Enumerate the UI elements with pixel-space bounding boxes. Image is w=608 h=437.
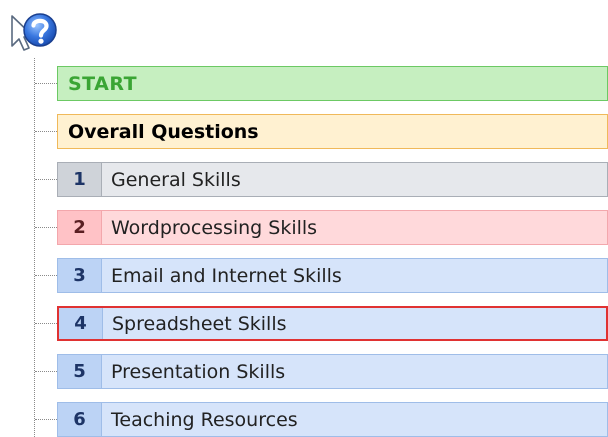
skill-number: 1	[58, 163, 102, 196]
tree-branch-line	[35, 419, 57, 420]
tree-branch-line	[35, 83, 57, 84]
skill-item-wordprocessing[interactable]: 2 Wordprocessing Skills	[57, 210, 608, 245]
overall-questions-label: Overall Questions	[68, 120, 259, 143]
skill-number: 3	[58, 259, 102, 292]
skill-label: General Skills	[111, 168, 241, 191]
tree-branch-line	[35, 227, 57, 228]
overall-questions-item[interactable]: Overall Questions	[57, 114, 608, 149]
tree-branch-line	[35, 371, 57, 372]
skill-label: Email and Internet Skills	[111, 264, 342, 287]
skill-item-teaching-resources[interactable]: 6 Teaching Resources	[57, 402, 608, 437]
skill-number: 4	[59, 308, 103, 339]
skill-label: Presentation Skills	[111, 360, 286, 383]
skill-item-email-internet[interactable]: 3 Email and Internet Skills	[57, 258, 608, 293]
tree-branch-line	[35, 179, 57, 180]
tree-branch-line	[35, 323, 57, 324]
tree-branch-line	[35, 131, 57, 132]
start-item[interactable]: START	[57, 66, 608, 101]
skill-number: 6	[58, 403, 102, 436]
skill-item-presentation[interactable]: 5 Presentation Skills	[57, 354, 608, 389]
skill-label: Teaching Resources	[111, 408, 298, 431]
skill-label: Spreadsheet Skills	[112, 312, 287, 335]
help-question-cursor-icon[interactable]	[8, 8, 62, 60]
skill-number: 5	[58, 355, 102, 388]
skill-item-spreadsheet[interactable]: 4 Spreadsheet Skills	[57, 306, 608, 341]
start-label: START	[68, 72, 138, 95]
skill-label: Wordprocessing Skills	[111, 216, 318, 239]
skill-number: 2	[58, 211, 102, 244]
skill-item-general[interactable]: 1 General Skills	[57, 162, 608, 197]
tree-vertical-line	[34, 58, 35, 437]
tree-branch-line	[35, 275, 57, 276]
